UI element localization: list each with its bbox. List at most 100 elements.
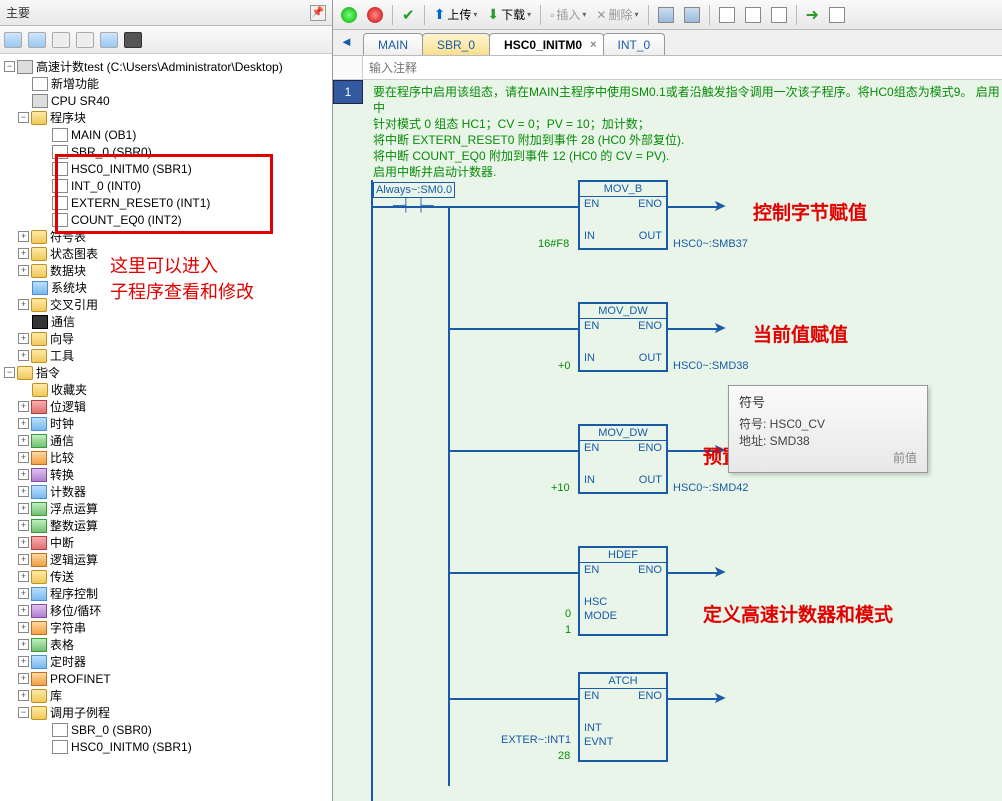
stop-button[interactable]: [363, 5, 387, 25]
tree-item[interactable]: +比较: [0, 449, 332, 466]
tree-item[interactable]: +通信: [0, 432, 332, 449]
tab-sbr0[interactable]: SBR_0: [422, 33, 490, 55]
editor-panel: ✔ ⬆上传▾ ⬇下载▾ ▫插入▾ ✕删除▾ ➜ ◄ MAIN SBR_0 HSC…: [333, 0, 1002, 801]
annotation: 控制字节赋值: [753, 198, 867, 225]
ladder-editor[interactable]: 1 要在程序中启用该组态，请在MAIN主程序中使用SM0.1或者沿触发指令调用一…: [333, 80, 1002, 801]
tree-item[interactable]: +中断: [0, 534, 332, 551]
output-value: HSC0~:SMB37: [673, 238, 748, 250]
close-icon[interactable]: ×: [590, 39, 596, 51]
rung-number: 1: [333, 80, 363, 104]
contact-symbol: ─┤ ├─: [393, 198, 434, 212]
tree-item[interactable]: +符号表: [0, 228, 332, 245]
tree-item[interactable]: INT_0 (INT0): [0, 177, 332, 194]
tab-nav-prev-icon[interactable]: ◄: [340, 34, 353, 49]
block-movdw2[interactable]: MOV_DW ENENO INOUT: [578, 424, 668, 494]
tree-item[interactable]: +表格: [0, 636, 332, 653]
tree-item[interactable]: CPU SR40: [0, 92, 332, 109]
tree-root[interactable]: −高速计数test (C:\Users\Administrator\Deskto…: [0, 58, 332, 75]
tree-item[interactable]: 通信: [0, 313, 332, 330]
input-value: 28: [558, 750, 570, 762]
input-value: 0: [565, 608, 571, 620]
tree-item[interactable]: +逻辑运算: [0, 551, 332, 568]
contact-label[interactable]: Always~:SM0.0: [373, 182, 455, 198]
view-icon-5[interactable]: [100, 32, 118, 48]
view-icon-1[interactable]: [4, 32, 22, 48]
tree-item[interactable]: −程序块: [0, 109, 332, 126]
tab-int0[interactable]: INT_0: [603, 33, 666, 55]
compile-button[interactable]: ✔: [398, 4, 419, 26]
tree-item[interactable]: +整数运算: [0, 517, 332, 534]
tree-item[interactable]: HSC0_INITM0 (SBR1): [0, 738, 332, 755]
tool-icon[interactable]: [680, 5, 704, 25]
tree-item[interactable]: HSC0_INITM0 (SBR1): [0, 160, 332, 177]
block-movdw1[interactable]: MOV_DW ENENO INOUT: [578, 302, 668, 372]
tree-item[interactable]: +移位/循环: [0, 602, 332, 619]
block-movb[interactable]: MOV_B ENENO INOUT: [578, 180, 668, 250]
tree-item[interactable]: +位逻辑: [0, 398, 332, 415]
view-icon-6[interactable]: [124, 32, 142, 48]
project-tree[interactable]: −高速计数test (C:\Users\Administrator\Deskto…: [0, 54, 332, 801]
view-icon-4[interactable]: [76, 32, 94, 48]
run-button[interactable]: [337, 5, 361, 25]
arrow-icon: ➤: [713, 196, 726, 216]
arrow-icon: ➤: [713, 688, 726, 708]
arrow-icon: ➤: [713, 562, 726, 582]
download-button[interactable]: ⬇下载▾: [483, 4, 535, 25]
annotation: 定义高速计数器和模式: [703, 600, 893, 627]
tree-item[interactable]: +传送: [0, 568, 332, 585]
tab-main[interactable]: MAIN: [363, 33, 423, 55]
tool-icon[interactable]: [654, 5, 678, 25]
block-hdef[interactable]: HDEF ENENO HSC MODE: [578, 546, 668, 636]
tree-item[interactable]: MAIN (OB1): [0, 126, 332, 143]
tree-item[interactable]: +计数器: [0, 483, 332, 500]
tree-item[interactable]: +定时器: [0, 653, 332, 670]
tool-icon[interactable]: ➜: [802, 3, 823, 27]
block-atch[interactable]: ATCH ENENO INT EVNT: [578, 672, 668, 762]
tab-hsc0[interactable]: HSC0_INITM0×: [489, 33, 603, 55]
tree-item[interactable]: +工具: [0, 347, 332, 364]
view-icon-3[interactable]: [52, 32, 70, 48]
tree-item[interactable]: EXTERN_RESET0 (INT1): [0, 194, 332, 211]
tree-item[interactable]: +时钟: [0, 415, 332, 432]
tool-icon[interactable]: [767, 5, 791, 25]
tree-item[interactable]: 新增功能: [0, 75, 332, 92]
tree-item[interactable]: 收藏夹: [0, 381, 332, 398]
tree-item[interactable]: SBR_0 (SBR0): [0, 143, 332, 160]
tree-item[interactable]: SBR_0 (SBR0): [0, 721, 332, 738]
tool-icon[interactable]: [741, 5, 765, 25]
tree-item[interactable]: +向导: [0, 330, 332, 347]
tree-item[interactable]: +程序控制: [0, 585, 332, 602]
panel-header: 主要 📌: [0, 0, 332, 26]
tree-item[interactable]: +字符串: [0, 619, 332, 636]
left-rail: [371, 180, 373, 801]
tool-icon[interactable]: [825, 5, 849, 25]
pin-icon[interactable]: 📌: [310, 5, 326, 21]
tree-item[interactable]: +PROFINET: [0, 670, 332, 687]
tool-icon[interactable]: [715, 5, 739, 25]
annotation-text: 这里可以进入: [110, 252, 218, 278]
input-value: +0: [558, 360, 571, 372]
annotation: 当前值赋值: [753, 320, 848, 347]
annotation-text: 子程序查看和修改: [110, 278, 254, 304]
project-tree-panel: 主要 📌 −高速计数test (C:\Users\Administrator\D…: [0, 0, 333, 801]
tree-item[interactable]: +转换: [0, 466, 332, 483]
view-icon-2[interactable]: [28, 32, 46, 48]
input-value: 1: [565, 624, 571, 636]
delete-button[interactable]: ✕删除▾: [592, 4, 642, 25]
output-value: HSC0~:SMD38: [673, 360, 749, 372]
editor-tabs: ◄ MAIN SBR_0 HSC0_INITM0× INT_0: [333, 30, 1002, 56]
insert-button[interactable]: ▫插入▾: [546, 4, 590, 25]
symbol-tooltip: 符号 符号: HSC0_CV 地址: SMD38 前值: [728, 385, 928, 473]
comment-input[interactable]: [363, 56, 1002, 79]
tree-item[interactable]: −调用子例程: [0, 704, 332, 721]
tree-item[interactable]: +浮点运算: [0, 500, 332, 517]
tree-toolbar: [0, 26, 332, 54]
comment-row: [333, 56, 1002, 80]
output-value: HSC0~:SMD42: [673, 482, 749, 494]
upload-button[interactable]: ⬆上传▾: [430, 4, 482, 25]
editor-toolbar: ✔ ⬆上传▾ ⬇下载▾ ▫插入▾ ✕删除▾ ➜: [333, 0, 1002, 30]
input-value: EXTER~:INT1: [501, 734, 571, 746]
tree-item[interactable]: COUNT_EQ0 (INT2): [0, 211, 332, 228]
tree-item[interactable]: +库: [0, 687, 332, 704]
tree-root-instr[interactable]: −指令: [0, 364, 332, 381]
